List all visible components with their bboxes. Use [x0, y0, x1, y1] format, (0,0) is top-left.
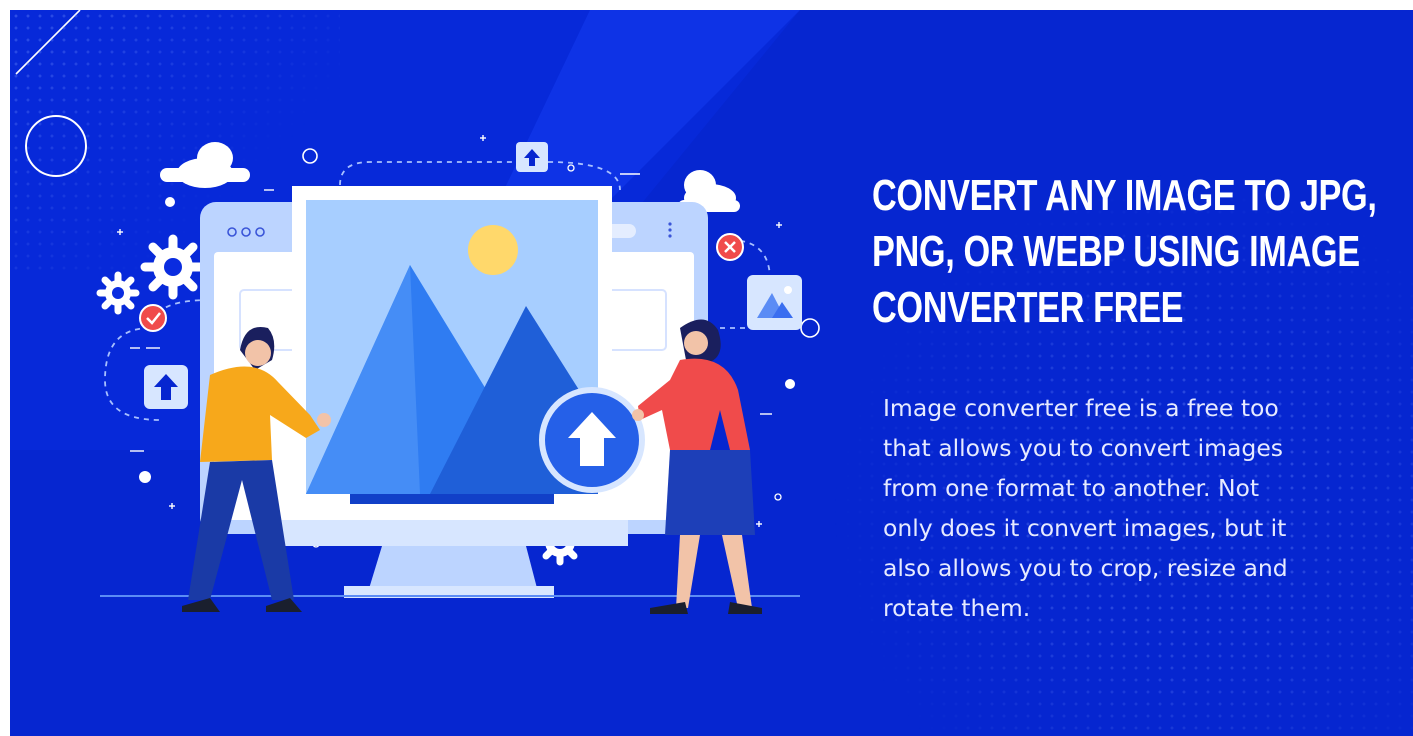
description-line: from one format to another. Not [883, 474, 1260, 502]
description-line: only does it convert images, but it [883, 514, 1287, 542]
outline-circle [25, 115, 87, 177]
description-line: rotate them. [883, 594, 1031, 622]
upload-icon [144, 365, 188, 409]
upload-icon [516, 142, 548, 172]
description-line: that allows you to convert images [883, 434, 1284, 462]
gear-icon [140, 234, 206, 300]
hero-title-line: CONVERTER FREE [872, 283, 1184, 332]
close-icon [716, 233, 744, 261]
checkmark-icon [139, 304, 167, 332]
description-line: Image converter free is a free too [883, 394, 1279, 422]
upload-icon [539, 387, 645, 493]
hero-title-line: PNG, OR WEBP USING IMAGE [872, 227, 1360, 276]
image-converter-illustration [25, 115, 820, 614]
hero-banner: CONVERT ANY IMAGE TO JPG, PNG, OR WEBP U… [10, 10, 1413, 736]
hero-description: Image converter free is a free too that … [883, 388, 1353, 628]
hero-title-line: CONVERT ANY IMAGE TO JPG, [872, 171, 1377, 220]
description-line: also allows you to crop, resize and [883, 554, 1288, 582]
gear-icon [96, 271, 140, 315]
hero-title: CONVERT ANY IMAGE TO JPG, PNG, OR WEBP U… [872, 168, 1402, 336]
image-icon [747, 275, 802, 330]
cloud-icon [160, 142, 250, 188]
